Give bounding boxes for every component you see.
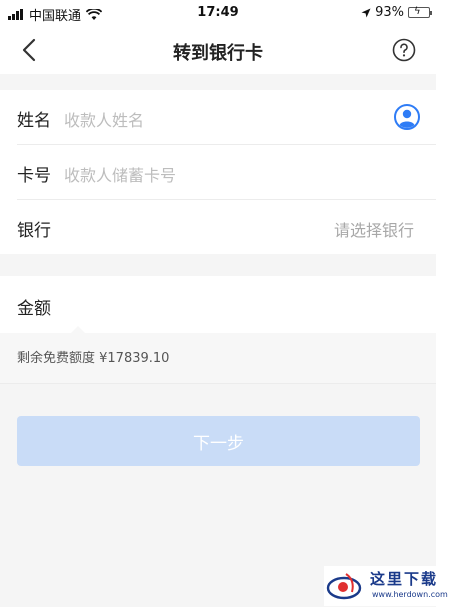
name-input[interactable]: 收款人姓名 <box>64 107 144 131</box>
battery-icon: ϟ <box>408 6 432 18</box>
bank-label: 银行 <box>17 221 51 241</box>
next-step-button[interactable]: 下一步 <box>17 416 420 466</box>
phone-screen: 中国联通 17:49 93% ϟ 转到银行卡 姓名 收款人姓名 卡号 收款人储蓄… <box>0 0 436 607</box>
quota-area: 剩余免费额度 ¥17839.10 <box>0 333 436 384</box>
status-bar: 中国联通 17:49 93% ϟ <box>0 0 436 26</box>
card-number-input[interactable]: 收款人储蓄卡号 <box>64 162 176 186</box>
recipient-section: 姓名 收款人姓名 卡号 收款人储蓄卡号 银行 请选择银行 <box>0 90 436 254</box>
name-row[interactable]: 姓名 收款人姓名 <box>0 90 436 144</box>
card-label: 卡号 <box>17 166 51 186</box>
amount-label: 金额 <box>17 299 51 319</box>
watermark-logo-icon <box>326 573 362 600</box>
watermark-url: www.herdown.com <box>372 590 448 599</box>
free-quota-text: 剩余免费额度 ¥17839.10 <box>17 351 170 366</box>
battery-percent: 93% <box>375 5 404 20</box>
status-right: 93% ϟ <box>361 5 432 20</box>
watermark: 这里下载 www.herdown.com <box>324 566 454 606</box>
help-icon[interactable] <box>392 38 416 62</box>
bank-row[interactable]: 银行 请选择银行 <box>0 200 436 254</box>
page-title: 转到银行卡 <box>173 43 263 64</box>
card-row[interactable]: 卡号 收款人储蓄卡号 <box>0 145 436 199</box>
bank-select[interactable]: 请选择银行 <box>334 217 414 241</box>
contact-picker-icon[interactable] <box>394 104 420 130</box>
watermark-text: 这里下载 <box>370 570 439 588</box>
name-label: 姓名 <box>17 111 51 131</box>
amount-section: 金额 剩余免费额度 ¥17839.10 <box>0 276 436 384</box>
location-arrow-icon <box>361 8 371 17</box>
nav-bar: 转到银行卡 <box>0 26 436 74</box>
